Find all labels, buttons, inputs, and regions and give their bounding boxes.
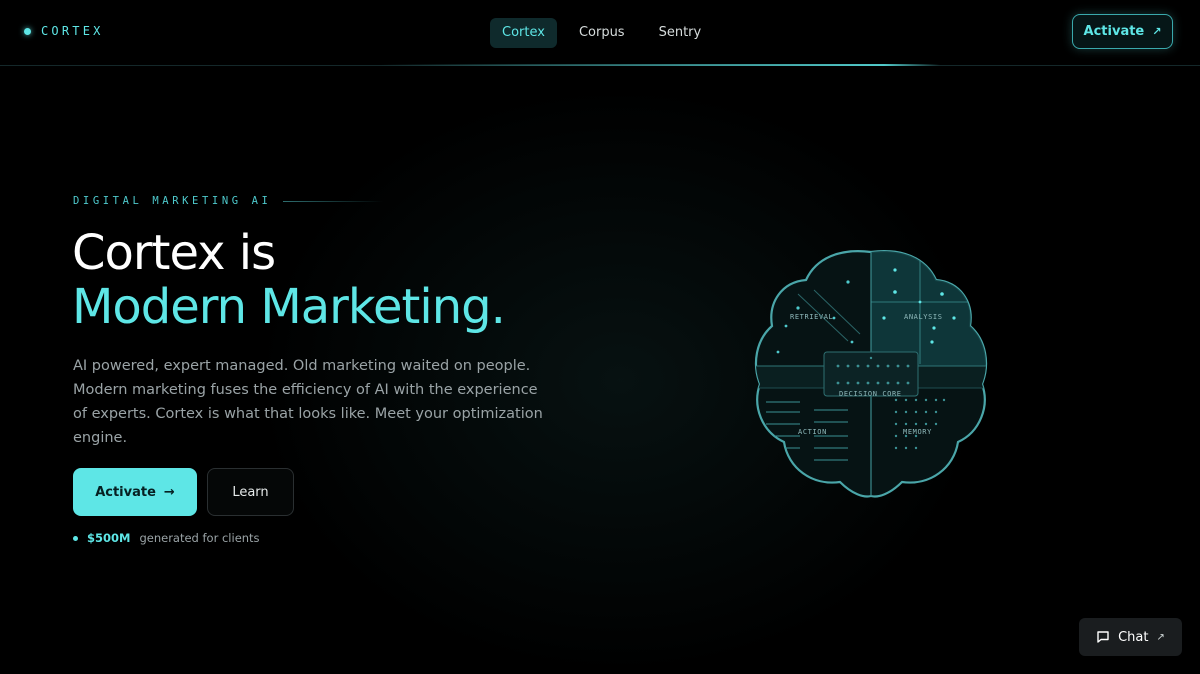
header-activate-label: Activate: [1083, 24, 1145, 39]
stat-label: generated for clients: [139, 531, 260, 545]
analysis-region: [871, 251, 986, 366]
activate-button[interactable]: Activate →: [73, 468, 197, 516]
brain-label-retrieval: RETRIEVAL: [790, 313, 833, 321]
brain-label-decision-core: DECISION CORE: [839, 390, 902, 398]
stat-line: $500M generated for clients: [73, 531, 260, 545]
hero-headline: Cortex is Modern Marketing.: [72, 225, 506, 335]
chat-button[interactable]: Chat ↗: [1079, 618, 1182, 656]
arrow-up-right-icon: ↗: [1156, 631, 1165, 643]
learn-button[interactable]: Learn: [207, 468, 294, 516]
learn-button-label: Learn: [232, 484, 269, 500]
stat-value: $500M: [87, 531, 131, 545]
stat-dot-icon: [73, 535, 78, 541]
headline-line-1: Cortex is: [72, 225, 276, 281]
arrow-up-right-icon: ↗: [1152, 25, 1162, 38]
nav-item-corpus[interactable]: Corpus: [567, 18, 637, 48]
brain-label-memory: MEMORY: [903, 428, 932, 436]
eyebrow-divider: [283, 200, 384, 202]
site-header: CORTEX Cortex Corpus Sentry Activate ↗: [0, 0, 1200, 66]
nav-item-cortex[interactable]: Cortex: [490, 18, 557, 48]
header-activate-button[interactable]: Activate ↗: [1072, 14, 1173, 49]
eyebrow-text: DIGITAL MARKETING AI: [73, 195, 272, 207]
brain-label-analysis: ANALYSIS: [904, 313, 943, 321]
chat-label: Chat: [1118, 629, 1149, 645]
arrow-right-icon: →: [163, 484, 175, 500]
hero-description: AI powered, expert managed. Old marketin…: [73, 358, 543, 446]
activate-button-label: Activate: [95, 484, 156, 500]
brain-label-action: ACTION: [798, 428, 827, 436]
chat-bubble-icon: [1097, 631, 1109, 643]
header-glow-line: [380, 64, 940, 66]
brand-name: CORTEX: [41, 24, 104, 38]
headline-line-2: Modern Marketing.: [72, 279, 506, 335]
brand-logo[interactable]: CORTEX: [24, 24, 104, 38]
brand-dot-icon: [24, 27, 31, 35]
brain-illustration: RETRIEVAL ANALYSIS DECISION CORE ACTION …: [754, 250, 988, 498]
main-nav: Cortex Corpus Sentry: [490, 18, 713, 48]
eyebrow: DIGITAL MARKETING AI: [73, 195, 384, 207]
page: CORTEX Cortex Corpus Sentry Activate ↗ D…: [0, 0, 1200, 674]
nav-item-sentry[interactable]: Sentry: [647, 18, 714, 48]
